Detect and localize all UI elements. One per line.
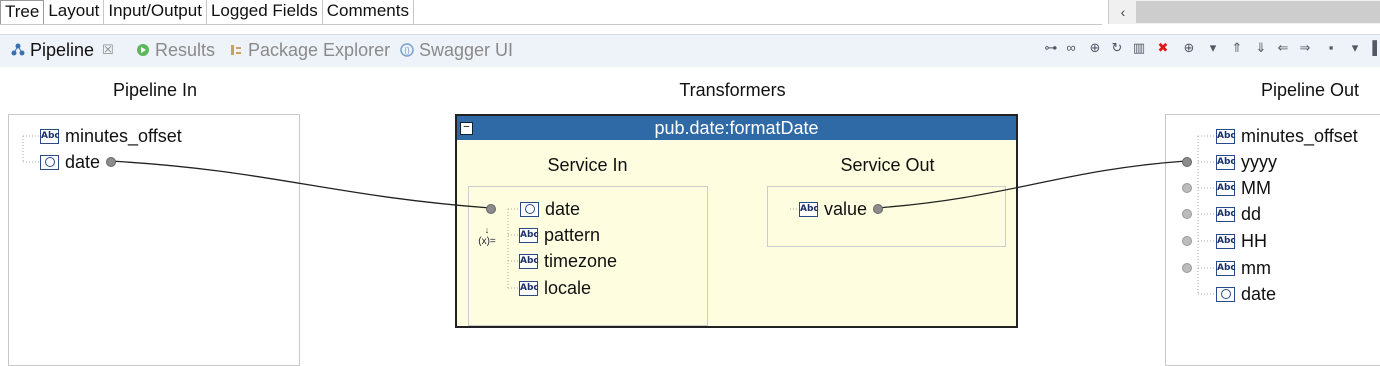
connector-dot[interactable]: [106, 157, 117, 167]
string-type-icon: Abc: [40, 128, 60, 144]
connector-dot[interactable]: [486, 204, 496, 214]
date-type-icon: [520, 201, 539, 217]
pipeline-out-field-label: HH: [1241, 230, 1267, 251]
connector-dot[interactable]: [1182, 157, 1192, 167]
connector-dot[interactable]: [1182, 263, 1192, 273]
link-date-to-date[interactable]: [109, 160, 491, 209]
pipeline-out-field-label: MM: [1241, 177, 1271, 198]
pipeline-out-field-label: minutes_offset: [1241, 125, 1358, 146]
pipeline-out-field[interactable]: Abc dd: [1182, 203, 1261, 225]
service-in-field-label: timezone: [544, 250, 618, 271]
pipeline-out-field-label: yyyy: [1241, 151, 1277, 172]
string-type-icon: Abc: [519, 280, 539, 296]
string-type-icon: Abc: [1216, 180, 1236, 196]
string-type-icon: Abc: [519, 253, 539, 269]
string-type-icon: Abc: [1216, 206, 1236, 222]
connector-dot[interactable]: [873, 204, 884, 214]
service-out-field[interactable]: Abc value: [799, 198, 884, 220]
service-in-tree-guide: [507, 208, 519, 289]
pipeline-in-field-label: date: [65, 151, 101, 172]
pipeline-in-tree-guide: [22, 135, 40, 163]
connector-dot[interactable]: [1182, 236, 1192, 246]
tree-guides: [22, 135, 1216, 295]
service-in-field[interactable]: date: [486, 198, 580, 220]
service-in-field[interactable]: Abc timezone: [519, 250, 617, 272]
date-type-icon: [40, 154, 59, 170]
connection-layer: [22, 135, 1216, 295]
string-type-icon: Abc: [1216, 154, 1236, 170]
pipeline-in-field-label: minutes_offset: [65, 125, 182, 146]
pipeline-in-field[interactable]: date: [40, 151, 117, 173]
pipeline-out-field-label: date: [1241, 283, 1277, 304]
service-in-field-label: pattern: [544, 224, 601, 245]
string-type-icon: Abc: [519, 227, 539, 243]
string-type-icon: Abc: [1216, 128, 1236, 144]
service-in-field[interactable]: Abc pattern: [519, 224, 600, 246]
pipeline-out-field[interactable]: Abc mm: [1182, 257, 1271, 279]
service-out-field-label: value: [824, 198, 868, 219]
string-type-icon: Abc: [1216, 260, 1236, 276]
pipeline-out-field[interactable]: Abc HH: [1182, 230, 1267, 252]
date-type-icon: [1216, 286, 1235, 302]
pipeline-out-field[interactable]: Abc minutes_offset: [1216, 125, 1358, 147]
string-type-icon: Abc: [799, 201, 819, 217]
connector-dot[interactable]: [1182, 183, 1192, 193]
service-in-field-label: locale: [544, 277, 592, 298]
pipeline-in-field[interactable]: Abc minutes_offset: [40, 125, 182, 147]
pipeline-out-field-label: dd: [1241, 203, 1262, 224]
pipeline-out-field[interactable]: Abc MM: [1182, 177, 1271, 199]
service-in-field[interactable]: Abc locale: [519, 277, 591, 299]
service-in-field-label: date: [545, 198, 581, 219]
pipeline-out-field[interactable]: Abc yyyy: [1182, 151, 1277, 173]
connector-dot[interactable]: [1182, 209, 1192, 219]
string-type-icon: Abc: [1216, 233, 1236, 249]
pipeline-out-field[interactable]: date: [1216, 283, 1276, 305]
pipeline-out-field-label: mm: [1241, 257, 1271, 278]
link-value-to-yyyy[interactable]: [875, 160, 1187, 209]
